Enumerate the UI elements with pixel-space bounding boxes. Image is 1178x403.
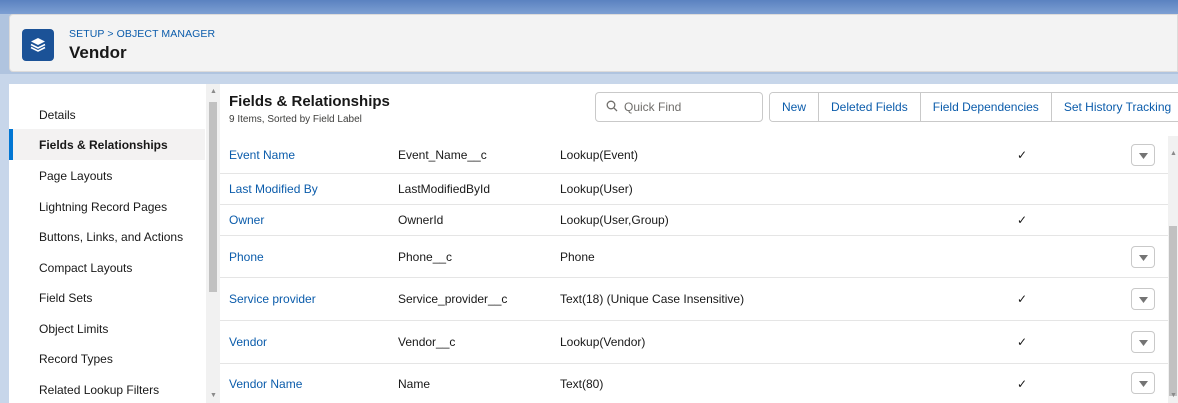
sidebar-item-fields-relationships[interactable]: Fields & Relationships [9,129,205,160]
table-scroll-thumb[interactable] [1169,226,1177,396]
row-action-menu-button[interactable] [1131,288,1155,310]
sidebar-item-label: Fields & Relationships [39,137,168,152]
sidebar-item-label: Compact Layouts [39,260,133,275]
row-action-menu-button[interactable] [1131,372,1155,394]
quick-find-input[interactable] [624,100,754,114]
row-action-menu-button[interactable] [1131,246,1155,268]
deleted-fields-button[interactable]: Deleted Fields [819,93,921,121]
background-band [0,0,1178,14]
page-title: Vendor [69,43,127,62]
sidebar: Details Fields & Relationships Page Layo… [9,84,220,403]
field-label-link[interactable]: Service provider [229,278,316,320]
sidebar-item-lightning-record-pages[interactable]: Lightning Record Pages [9,191,205,222]
field-api-name: Service_provider__c [398,292,508,306]
sidebar-item-record-types[interactable]: Record Types [9,343,205,374]
field-label-link[interactable]: Phone [229,236,264,277]
field-api-name: Phone__c [398,249,453,264]
search-icon [606,100,618,115]
field-data-type: Lookup(User,Group) [560,213,669,227]
field-label-link[interactable]: Last Modified By [229,174,318,204]
sidebar-item-related-lookup-filters[interactable]: Related Lookup Filters [9,374,205,403]
sidebar-item-label: Record Types [39,351,113,366]
scroll-down-arrow-icon[interactable]: ▼ [1170,392,1177,399]
field-label-link[interactable]: Vendor Name [229,364,302,403]
indexed-check-icon: ✓ [1017,335,1028,349]
field-data-type: Text(80) [560,376,604,391]
sidebar-item-label: Page Layouts [39,168,113,183]
field-data-type: Lookup(Vendor) [560,335,646,349]
field-label-link[interactable]: Event Name [229,136,295,173]
field-data-type: Lookup(Event) [560,147,639,162]
field-label-link[interactable]: Vendor [229,321,267,363]
scroll-up-arrow-icon[interactable]: ▲ [1170,150,1177,157]
indexed-check-icon: ✓ [1017,213,1028,227]
sidebar-item-label: Details [39,107,76,122]
chevron-down-icon [1138,148,1148,162]
row-action-menu-button[interactable] [1131,144,1155,166]
chevron-down-icon [1138,335,1148,349]
chevron-down-icon [1138,292,1148,306]
sidebar-item-object-limits[interactable]: Object Limits [9,313,205,344]
new-button[interactable]: New [770,93,820,121]
table-row: Vendor Vendor__c Lookup(Vendor) ✓ [220,321,1168,364]
sidebar-item-label: Related Lookup Filters [39,382,160,397]
table-row: Owner OwnerId Lookup(User,Group) ✓ [220,205,1168,236]
field-api-name: Vendor__c [398,335,456,349]
field-data-type: Lookup(User) [560,182,633,196]
item-count-subtitle: 9 Items, Sorted by Field Label [229,114,362,125]
sidebar-item-compact-layouts[interactable]: Compact Layouts [9,252,205,283]
section-title: Fields & Relationships [229,93,390,110]
indexed-check-icon: ✓ [1017,376,1028,391]
field-label-link[interactable]: Owner [229,205,264,235]
fields-relationships-panel: Fields & Relationships 9 Items, Sorted b… [220,84,1178,403]
table-row: Event Name Event_Name__c Lookup(Event) ✓ [220,136,1168,174]
field-dependencies-button[interactable]: Field Dependencies [920,93,1052,121]
field-api-name: OwnerId [398,213,444,227]
sidebar-scroll-thumb[interactable] [209,102,217,292]
table-row: Service provider Service_provider__c Tex… [220,278,1168,321]
sidebar-item-label: Object Limits [39,321,109,336]
field-data-type: Text(18) (Unique Case Insensitive) [560,292,745,306]
action-button-group: New Deleted Fields Field Dependencies Se… [769,92,1178,122]
table-row: Last Modified By LastModifiedById Lookup… [220,174,1168,205]
set-history-tracking-button[interactable]: Set History Tracking [1051,93,1178,121]
field-data-type: Phone [560,249,595,264]
sidebar-item-label: Field Sets [39,290,93,305]
indexed-check-icon: ✓ [1017,147,1028,162]
table-row: Vendor Name Name Text(80) ✓ [220,364,1168,403]
breadcrumb[interactable]: SETUP > OBJECT MANAGER [69,28,215,40]
sidebar-item-buttons-links-actions[interactable]: Buttons, Links, and Actions [9,221,205,252]
chevron-down-icon [1138,376,1148,390]
field-api-name: LastModifiedById [398,182,491,196]
sidebar-item-field-sets[interactable]: Field Sets [9,282,205,313]
sidebar-item-label: Lightning Record Pages [39,199,168,214]
scroll-up-arrow-icon[interactable]: ▲ [210,88,217,95]
sidebar-item-details[interactable]: Details [9,99,205,130]
field-api-name: Name [398,376,431,391]
row-action-menu-button[interactable] [1131,331,1155,353]
layers-icon [22,29,54,61]
table-row: Phone Phone__c Phone [220,236,1168,278]
field-api-name: Event_Name__c [398,147,487,162]
chevron-down-icon [1138,250,1148,264]
object-header: SETUP > OBJECT MANAGER Vendor [9,14,1178,72]
indexed-check-icon: ✓ [1017,292,1028,306]
sidebar-item-label: Buttons, Links, and Actions [39,229,184,244]
sidebar-item-page-layouts[interactable]: Page Layouts [9,160,205,191]
quick-find-box[interactable] [595,92,763,122]
scroll-down-arrow-icon[interactable]: ▼ [210,392,217,399]
